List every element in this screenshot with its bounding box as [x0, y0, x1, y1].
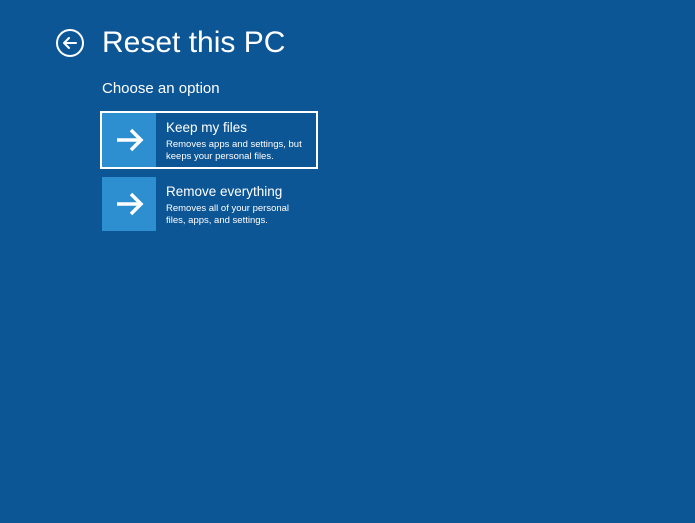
option-keep-my-files[interactable]: Keep my files Removes apps and settings,… [102, 113, 316, 167]
option-desc: Removes apps and settings, but keeps you… [166, 139, 308, 164]
option-title: Remove everything [166, 183, 308, 201]
arrow-right-icon [102, 113, 156, 167]
arrow-left-icon [63, 37, 77, 49]
page-title: Reset this PC [102, 28, 285, 58]
option-desc: Removes all of your personal files, apps… [166, 203, 308, 228]
arrow-right-icon [102, 177, 156, 231]
back-button[interactable] [56, 29, 84, 57]
option-title: Keep my files [166, 119, 308, 137]
subtitle: Choose an option [102, 80, 695, 97]
option-remove-everything[interactable]: Remove everything Removes all of your pe… [102, 177, 316, 231]
